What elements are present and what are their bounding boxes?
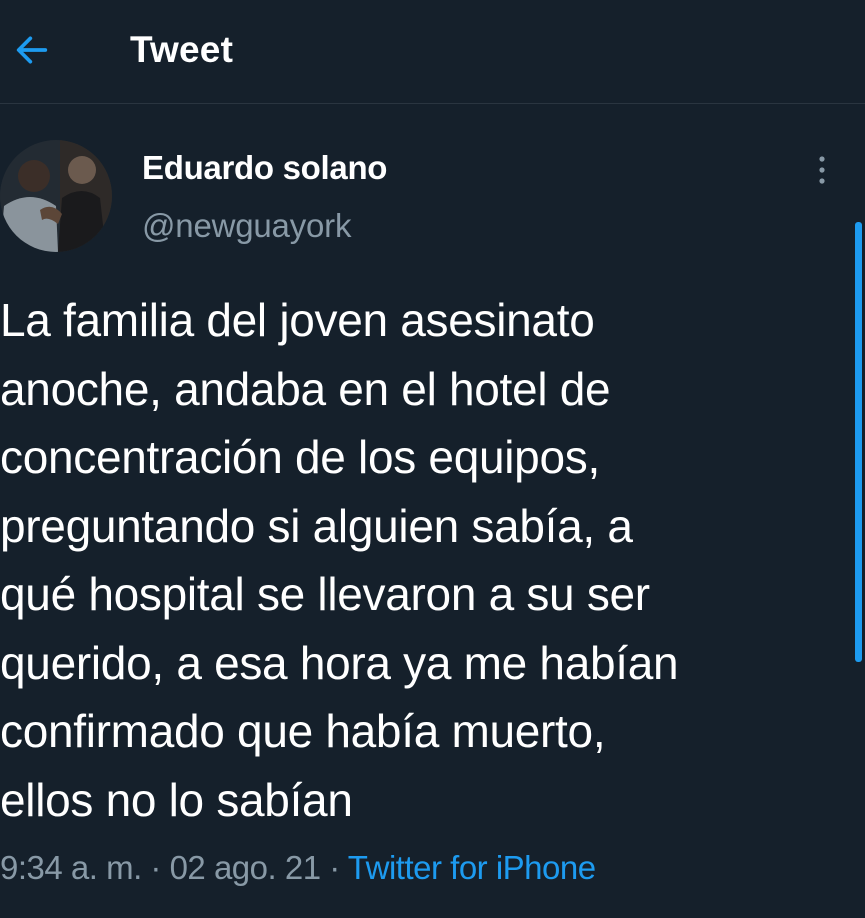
tweet-time[interactable]: 9:34 a. m. xyxy=(0,849,142,886)
tweet-source-link[interactable]: Twitter for iPhone xyxy=(348,849,596,886)
back-button[interactable] xyxy=(8,26,56,74)
tweet-meta: 9:34 a. m. · 02 ago. 21 · Twitter for iP… xyxy=(0,844,596,892)
tweet-text: La familia del joven asesinato anoche, a… xyxy=(0,294,679,826)
author-handle[interactable]: @newguayork xyxy=(142,204,351,248)
author-display-name[interactable]: Eduardo solano xyxy=(142,146,387,190)
profile-photo xyxy=(0,140,112,252)
back-arrow-icon xyxy=(16,36,48,64)
more-options-button[interactable] xyxy=(804,146,840,194)
more-vertical-icon xyxy=(819,156,825,184)
top-bar: Tweet xyxy=(0,0,865,104)
scrollbar[interactable] xyxy=(855,222,862,662)
meta-separator: · xyxy=(141,849,170,886)
meta-separator: · xyxy=(320,849,348,886)
page-title: Tweet xyxy=(130,29,234,70)
avatar[interactable] xyxy=(0,140,112,252)
tweet-date[interactable]: 02 ago. 21 xyxy=(170,849,321,886)
